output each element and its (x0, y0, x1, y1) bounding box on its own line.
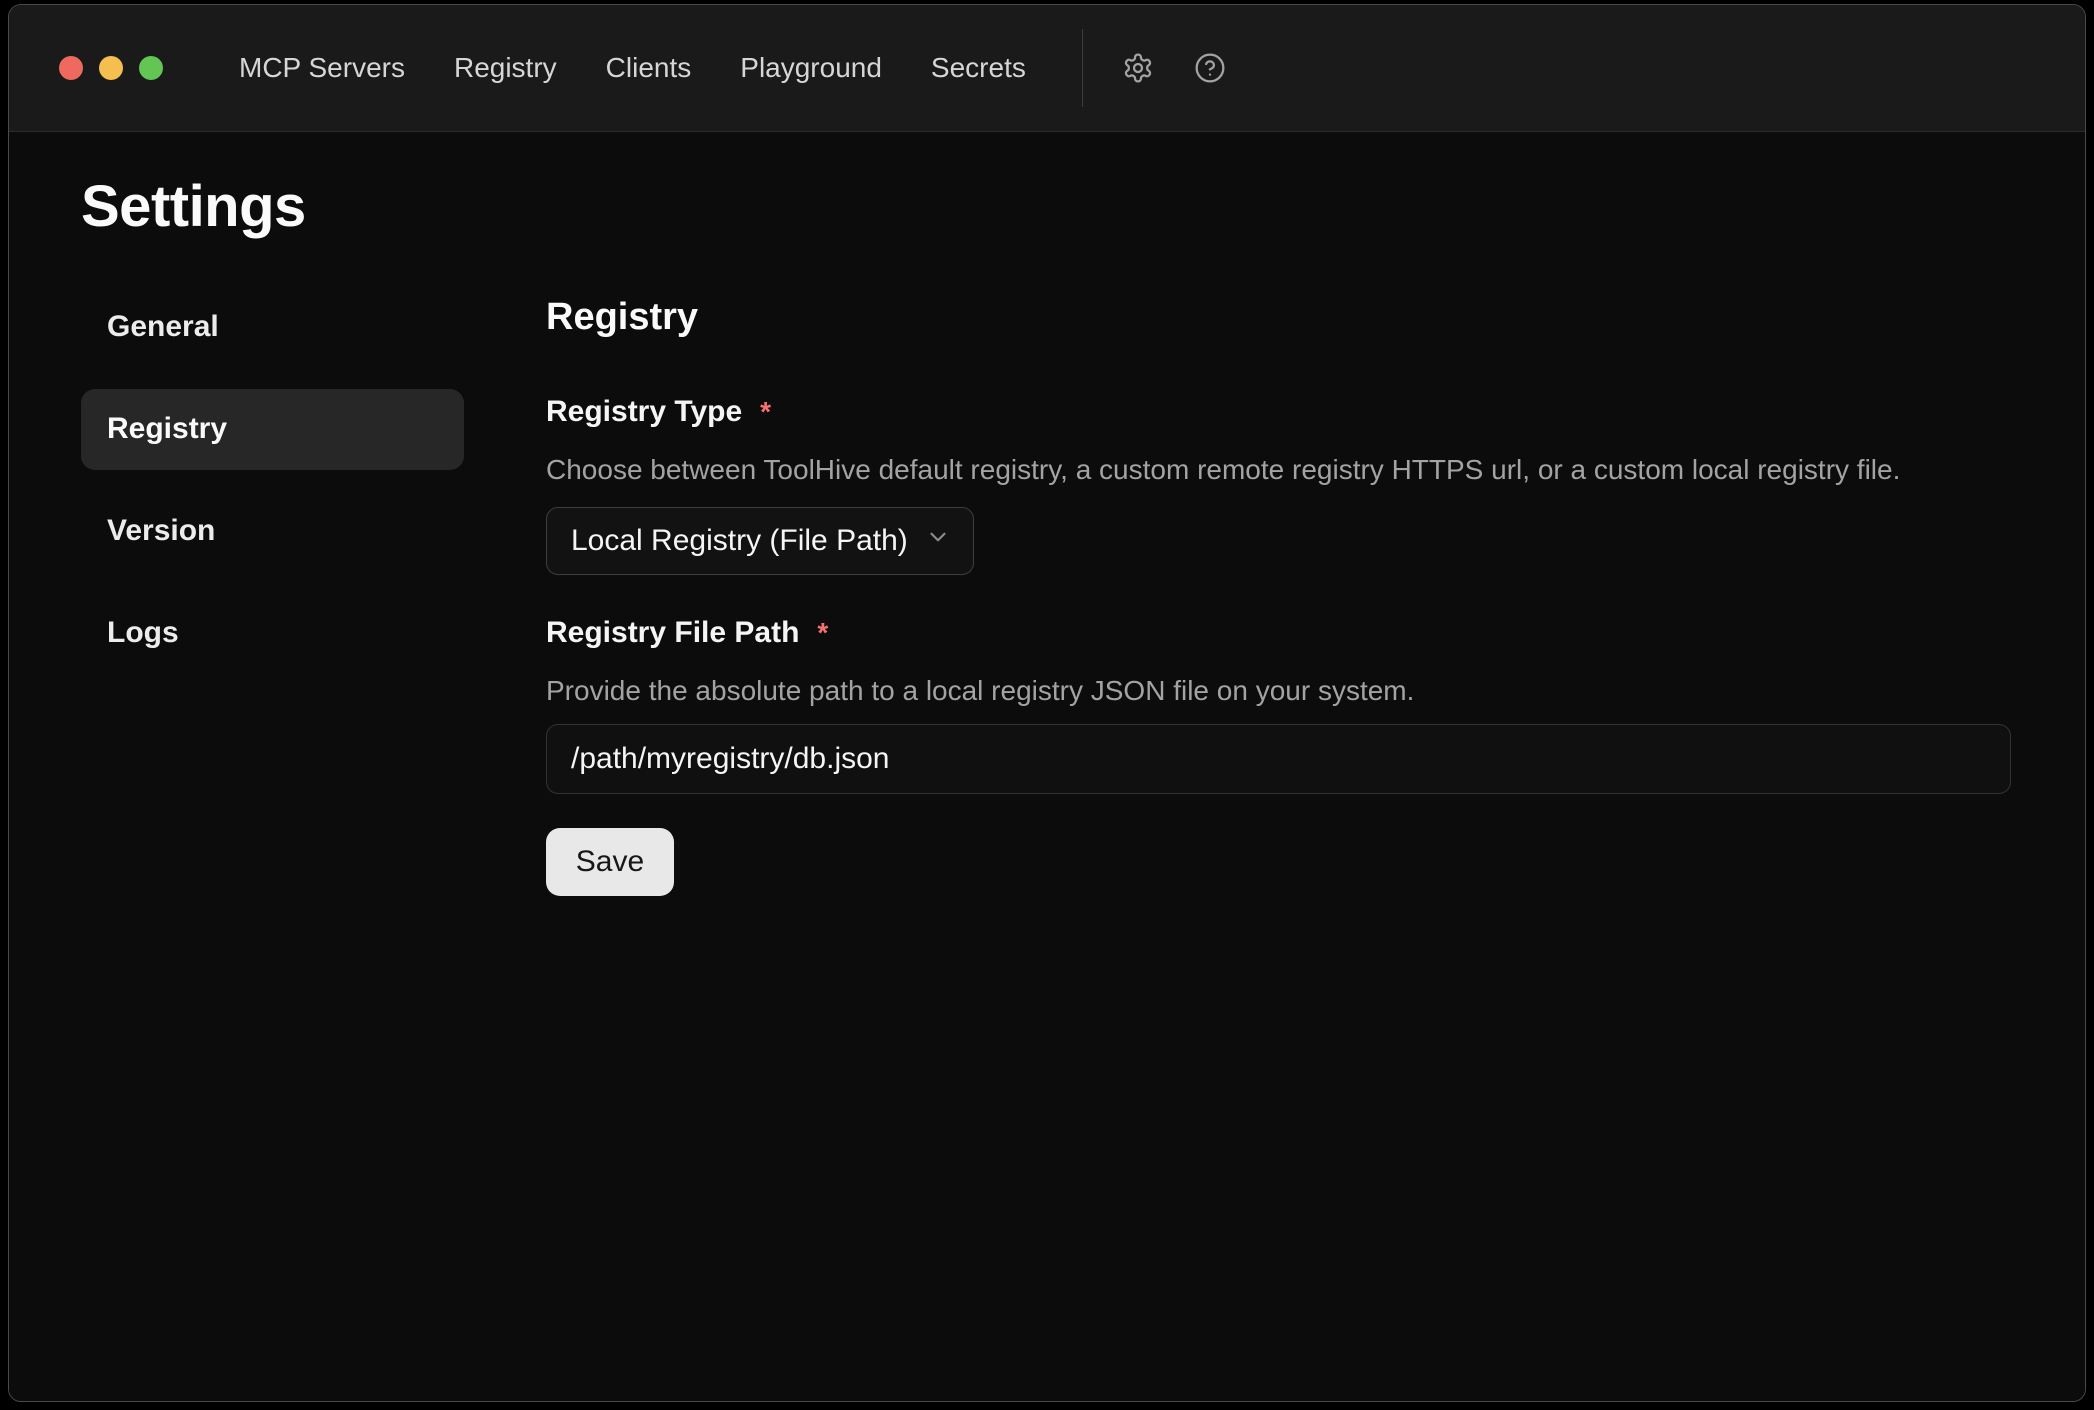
app-window: MCP Servers Registry Clients Playground … (8, 4, 2086, 1402)
save-button[interactable]: Save (546, 828, 674, 896)
nav-item-secrets[interactable]: Secrets (931, 54, 1026, 82)
nav-item-registry[interactable]: Registry (454, 54, 557, 82)
window-titlebar: MCP Servers Registry Clients Playground … (9, 5, 2085, 132)
registry-type-selected-value: Local Registry (File Path) (571, 524, 908, 558)
registry-file-path-input[interactable] (546, 724, 2011, 794)
close-window-button[interactable] (59, 56, 83, 80)
registry-file-path-label: Registry File Path (546, 615, 799, 651)
registry-type-select[interactable]: Local Registry (File Path) (546, 507, 974, 575)
settings-page: Settings General Registry Version Logs R… (9, 132, 2085, 1401)
zoom-window-button[interactable] (139, 56, 163, 80)
nav-item-mcp-servers[interactable]: MCP Servers (239, 54, 405, 82)
page-title: Settings (81, 174, 2011, 241)
help-button[interactable] (1193, 51, 1227, 85)
registry-type-description: Choose between ToolHive default registry… (546, 452, 2011, 487)
sidebar-item-version[interactable]: Version (81, 491, 464, 572)
minimize-window-button[interactable] (99, 56, 123, 80)
registry-settings-panel: Registry Registry Type * Choose between … (546, 287, 2011, 897)
required-asterisk: * (760, 395, 771, 429)
registry-type-label: Registry Type (546, 394, 742, 430)
section-heading: Registry (546, 295, 2011, 341)
settings-gear-button[interactable] (1121, 51, 1155, 85)
help-icon (1194, 52, 1226, 84)
settings-sidebar: General Registry Version Logs (81, 287, 464, 897)
traffic-lights (59, 56, 163, 80)
registry-file-path-description: Provide the absolute path to a local reg… (546, 673, 2011, 708)
sidebar-item-logs[interactable]: Logs (81, 593, 464, 674)
sidebar-item-registry[interactable]: Registry (81, 389, 464, 470)
nav-item-clients[interactable]: Clients (606, 54, 692, 82)
sidebar-item-general[interactable]: General (81, 287, 464, 368)
topbar-divider (1082, 29, 1083, 107)
main-nav: MCP Servers Registry Clients Playground … (239, 54, 1026, 82)
nav-item-playground[interactable]: Playground (740, 54, 882, 82)
required-asterisk: * (817, 616, 828, 650)
gear-icon (1122, 52, 1154, 84)
chevron-down-icon (925, 524, 951, 558)
